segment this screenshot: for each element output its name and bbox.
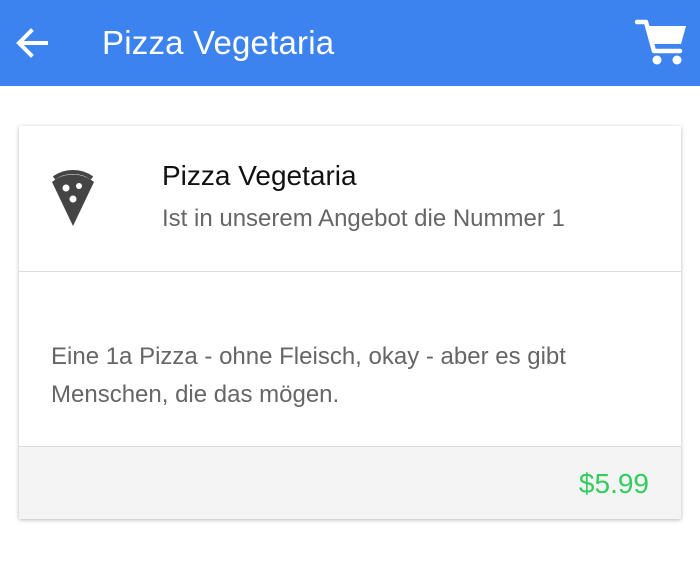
shopping-cart-icon <box>635 19 686 65</box>
cart-button[interactable] <box>632 14 692 70</box>
card-header: Pizza Vegetaria Ist in unserem Angebot d… <box>19 126 681 272</box>
page-title: Pizza Vegetaria <box>102 24 335 61</box>
item-title: Pizza Vegetaria <box>162 160 357 191</box>
item-price: $5.99 <box>578 468 649 499</box>
arrow-left-icon <box>16 28 48 58</box>
top-app-bar: Pizza Vegetaria <box>0 0 700 86</box>
card-footer: $5.99 <box>19 446 681 519</box>
item-description: Eine 1a Pizza - ohne Fleisch, okay - abe… <box>51 343 566 408</box>
product-card[interactable]: Pizza Vegetaria Ist in unserem Angebot d… <box>19 126 681 519</box>
pizza-slice-icon <box>52 170 94 226</box>
item-subtitle: Ist in unserem Angebot die Nummer 1 <box>162 205 565 232</box>
back-button[interactable] <box>10 21 54 65</box>
card-body: Eine 1a Pizza - ohne Fleisch, okay - abe… <box>19 272 681 446</box>
